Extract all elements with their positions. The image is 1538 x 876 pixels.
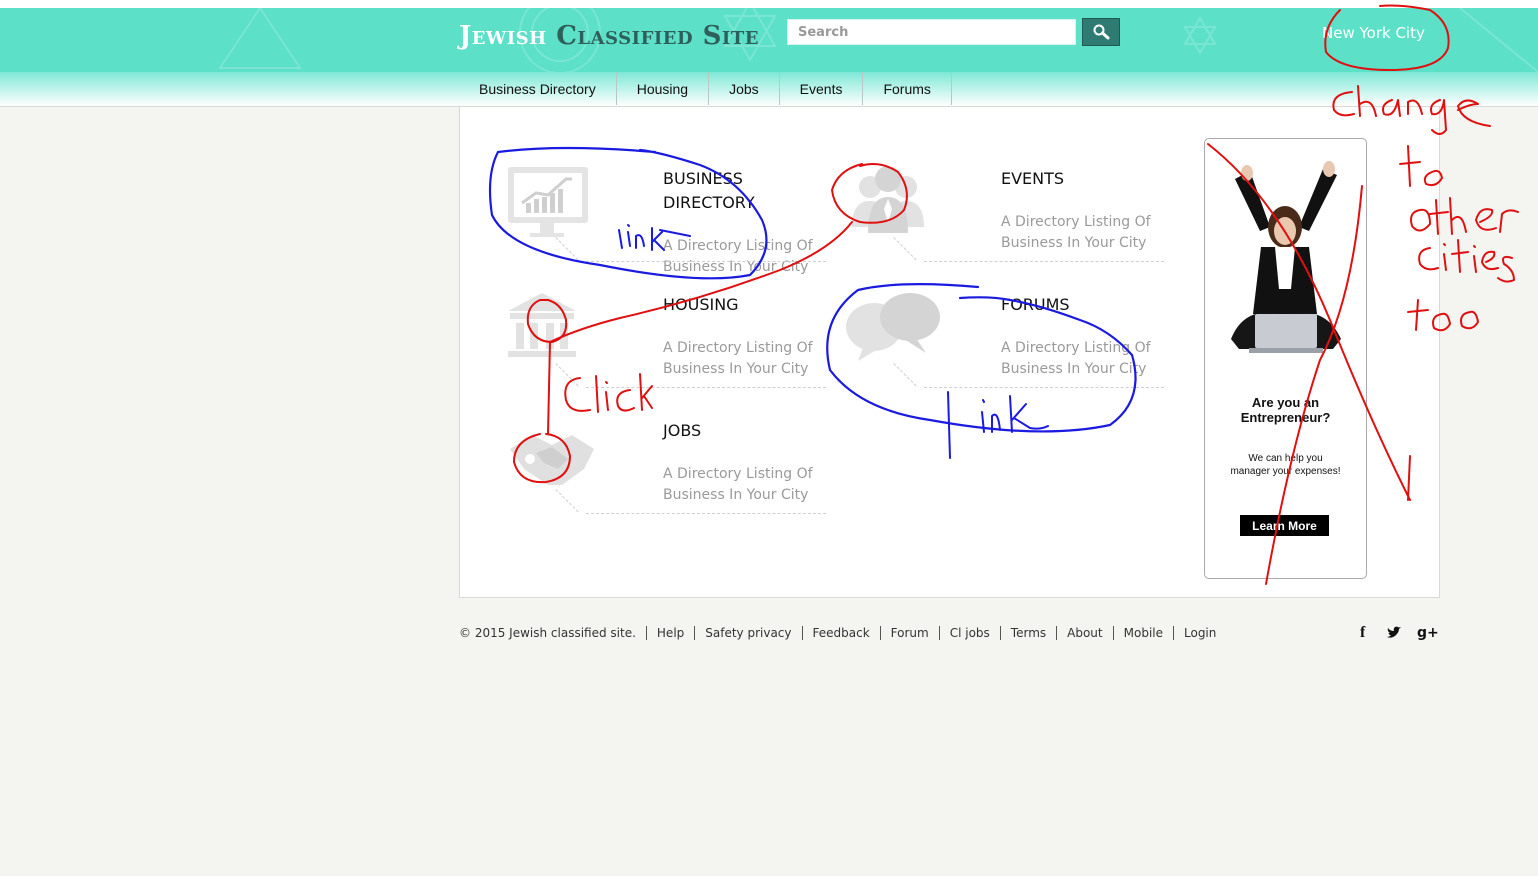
divider [924,387,1164,388]
site-footer: © 2015 Jewish classified site. Help Safe… [459,624,1226,642]
category-forums[interactable]: FORUMS A Directory Listing Of Business I… [844,293,1164,413]
divider [586,261,826,262]
category-title[interactable]: JOBS [663,419,823,443]
footer-link-about[interactable]: About [1056,626,1112,640]
header-pattern [218,8,1538,72]
search-icon [1093,24,1110,40]
divider [586,513,826,514]
category-description: A Directory Listing Of Business In Your … [663,340,813,377]
category-events[interactable]: EVENTS A Directory Listing Of Business I… [844,167,1164,287]
category-business-directory[interactable]: BUSINESS DIRECTORY A Directory Listing O… [506,167,826,287]
ad-headline-line2: Entrepreneur? [1240,410,1331,425]
footer-link-mobile[interactable]: Mobile [1112,626,1173,640]
category-title[interactable]: FORUMS [1001,293,1161,317]
site-header: Jewish Classified Site New York City [0,8,1538,72]
city-selector[interactable]: New York City [1322,24,1425,42]
main-nav: Business Directory Housing Jobs Events F… [0,72,1538,107]
entrepreneur-image [1231,161,1341,353]
search-input[interactable] [787,19,1076,45]
category-title[interactable]: BUSINESS DIRECTORY [663,167,823,215]
footer-link-help[interactable]: Help [645,626,694,640]
category-title[interactable]: EVENTS [1001,167,1161,191]
logo-word-classified-site: Classified Site [556,21,759,51]
copyright: © 2015 Jewish classified site. [459,626,636,640]
category-jobs[interactable]: JOBS A Directory Listing Of Business In … [506,419,826,539]
nav-jobs[interactable]: Jobs [709,72,780,105]
category-description: A Directory Listing Of Business In Your … [663,466,813,503]
footer-link-forum[interactable]: Forum [879,626,939,640]
category-housing[interactable]: HOUSING A Directory Listing Of Business … [506,293,826,413]
ad-subtext-line2: manager your expenses! [1230,466,1341,477]
category-description: A Directory Listing Of Business In Your … [1001,214,1151,251]
category-title[interactable]: HOUSING [663,293,823,317]
category-description: A Directory Listing Of Business In Your … [1001,340,1151,377]
footer-link-safety-privacy[interactable]: Safety privacy [694,626,801,640]
ad-subtext: We can help you manager your expenses! [1205,452,1366,478]
ad-headline: Are you an Entrepreneur? [1205,395,1366,425]
footer-link-terms[interactable]: Terms [999,626,1056,640]
nav-forums[interactable]: Forums [863,72,952,105]
advertisement-banner[interactable]: Are you an Entrepreneur? We can help you… [1204,138,1367,579]
ad-headline-line1: Are you an [1251,395,1320,410]
learn-more-button[interactable]: Learn More [1240,515,1329,536]
social-links: f [1360,624,1365,642]
nav-housing[interactable]: Housing [617,72,710,105]
nav-business-directory[interactable]: Business Directory [459,72,617,105]
google-plus-icon[interactable]: g+ [1417,624,1439,642]
footer-link-login[interactable]: Login [1173,626,1226,640]
site-logo[interactable]: Jewish Classified Site [459,21,759,51]
category-description: A Directory Listing Of Business In Your … [663,238,813,275]
search-button[interactable] [1082,18,1120,46]
divider [924,261,1164,262]
top-strip [0,0,1538,8]
handshake-icon [510,435,594,485]
footer-link-feedback[interactable]: Feedback [801,626,880,640]
main-content: BUSINESS DIRECTORY A Directory Listing O… [459,106,1440,598]
nav-events[interactable]: Events [780,72,864,105]
footer-link-cl-jobs[interactable]: Cl jobs [938,626,1000,640]
bank-building-icon [508,293,576,357]
facebook-icon[interactable]: f [1360,624,1365,642]
people-icon [852,167,924,233]
twitter-icon[interactable] [1386,624,1402,642]
ad-subtext-line1: We can help you [1248,453,1323,464]
chart-monitor-icon [508,167,588,237]
divider [586,387,826,388]
logo-word-jewish: Jewish [459,21,547,51]
speech-bubbles-icon [846,293,940,361]
